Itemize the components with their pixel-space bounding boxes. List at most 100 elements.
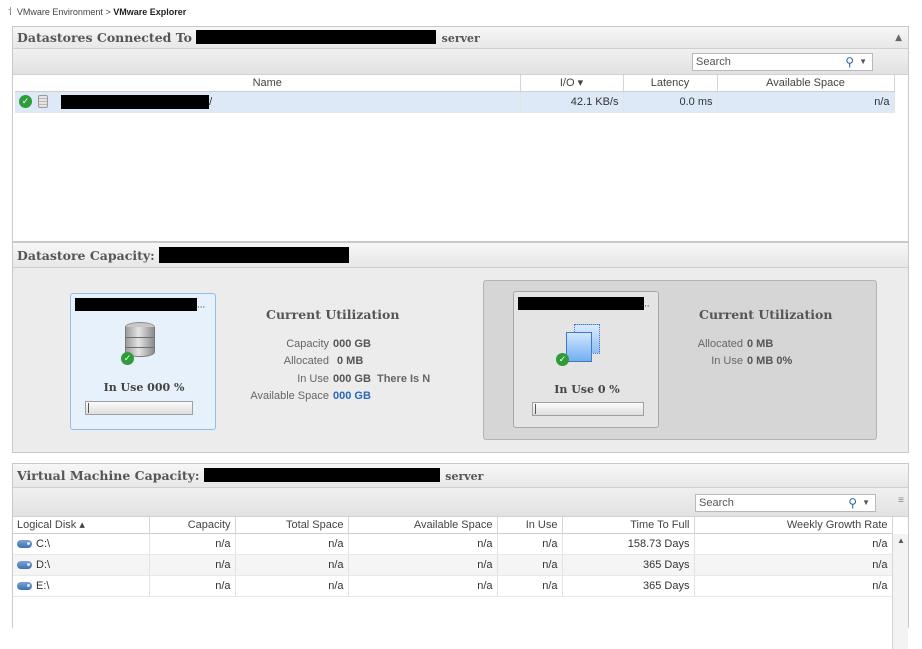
time-to-full-cell: 365 Days bbox=[562, 554, 695, 576]
allocated-label: Allocated bbox=[283, 355, 329, 367]
col-header-in-use[interactable]: In Use bbox=[497, 517, 563, 534]
in-use-cell: n/a bbox=[497, 533, 563, 555]
time-to-full-cell: 158.73 Days bbox=[562, 533, 695, 555]
vertical-scrollbar[interactable]: ▲ bbox=[892, 534, 908, 649]
in-use-row: In Use 000 GB There Is N bbox=[249, 373, 430, 385]
total-space-cell: n/a bbox=[235, 554, 349, 576]
datastore-card-title: ... bbox=[75, 298, 205, 311]
capacity-title-text: Datastore Capacity: bbox=[17, 248, 155, 263]
collapse-up-icon[interactable]: ▲ bbox=[895, 27, 902, 49]
in-use-field-label: In Use bbox=[297, 373, 329, 385]
col-header-name[interactable]: Name bbox=[15, 75, 521, 92]
datastore-icon bbox=[38, 95, 48, 108]
allocated-row: Allocated 0 MB bbox=[693, 338, 774, 350]
col-header-total-space[interactable]: Total Space bbox=[235, 517, 349, 534]
weekly-growth-rate-cell: n/a bbox=[694, 554, 893, 576]
check-ok-icon: ✓ bbox=[19, 95, 32, 108]
vm-title-suffix: server bbox=[445, 470, 484, 483]
available-space-label: Available Space bbox=[250, 390, 329, 402]
column-chooser-icon[interactable]: ≡ bbox=[898, 495, 904, 506]
allocated-value: 0 MB bbox=[747, 338, 774, 350]
available-space-cell: n/a bbox=[348, 575, 498, 597]
dropdown-arrow-icon[interactable]: ▼ bbox=[862, 495, 870, 511]
total-space-cell: n/a bbox=[235, 533, 349, 555]
disk-drive-icon bbox=[17, 539, 32, 548]
in-use-value: 0 MB 0% bbox=[747, 355, 793, 367]
in-use-cell: n/a bbox=[497, 554, 563, 576]
col-header-available-space[interactable]: Available Space bbox=[348, 517, 498, 534]
datastores-title-suffix: server bbox=[441, 32, 480, 45]
datastore-capacity-panel: Datastore Capacity: ... ✓ In Use 000 % C… bbox=[12, 242, 909, 453]
total-space-cell: n/a bbox=[235, 575, 349, 597]
col-header-io[interactable]: I/O ▾ bbox=[520, 75, 624, 92]
allocated-label: Allocated bbox=[697, 338, 743, 350]
in-use-progress-bar bbox=[85, 401, 193, 415]
capacity-value: 000 GB bbox=[333, 338, 371, 350]
vm-toolbar: Search ⚲ ▼ ≡ bbox=[13, 488, 908, 517]
redacted-server-name bbox=[196, 30, 437, 44]
col-header-latency[interactable]: Latency bbox=[623, 75, 718, 92]
col-header-weekly-growth-rate[interactable]: Weekly Growth Rate bbox=[694, 517, 893, 534]
col-header-logical-disk[interactable]: Logical Disk ▴ bbox=[13, 517, 150, 534]
dropdown-arrow-icon[interactable]: ▼ bbox=[859, 54, 867, 70]
datastores-toolbar: Search ⚲ ▼ bbox=[13, 49, 908, 75]
in-use-value: 000 GB bbox=[333, 373, 371, 385]
allocated-value: 0 MB bbox=[337, 355, 364, 367]
redacted-datastore-name bbox=[61, 94, 210, 109]
vm-title-text: Virtual Machine Capacity: bbox=[17, 468, 200, 483]
search-icon[interactable]: ⚲ bbox=[845, 54, 854, 70]
table-row[interactable]: E:\ n/a n/a n/a n/a 365 Days n/a bbox=[13, 575, 893, 597]
vm-search-input[interactable]: Search ⚲ ▼ bbox=[695, 494, 876, 512]
redacted-card-title bbox=[75, 298, 197, 311]
datastores-header-row: Name I/O ▾ Latency Available Space bbox=[15, 75, 895, 92]
breadcrumb-parent[interactable]: VMware Environment bbox=[17, 7, 103, 17]
datastores-title-text: Datastores Connected To bbox=[17, 30, 192, 45]
check-ok-icon: ✓ bbox=[556, 353, 569, 366]
datastore-card[interactable]: ... ✓ In Use 000 % bbox=[70, 293, 216, 430]
in-use-progress-bar bbox=[532, 402, 644, 416]
current-utilization-title: Current Utilization bbox=[699, 307, 833, 322]
search-icon[interactable]: ⚲ bbox=[848, 495, 857, 511]
vm-table-wrapper: Logical Disk ▴ Capacity Total Space Avai… bbox=[13, 517, 908, 649]
col-header-capacity[interactable]: Capacity bbox=[149, 517, 236, 534]
logical-disk-cell: C:\ bbox=[13, 533, 150, 555]
vm-storage-card[interactable]: .. ✓ In Use 0 % bbox=[513, 291, 659, 428]
available-space-value: 000 GB bbox=[333, 390, 371, 402]
in-use-label: In Use 0 % bbox=[554, 383, 620, 396]
datastore-name-cell[interactable]: ✓ / bbox=[15, 91, 521, 113]
in-use-extra: There Is N bbox=[376, 373, 431, 385]
available-space-cell: n/a bbox=[717, 91, 895, 113]
datastores-search-input[interactable]: Search ⚲ ▼ bbox=[692, 53, 873, 71]
scroll-up-icon[interactable]: ▲ bbox=[897, 536, 905, 545]
capacity-cell: n/a bbox=[149, 575, 236, 597]
in-use-row: In Use 0 MB 0% bbox=[693, 355, 792, 367]
card-title-ellipsis: ... bbox=[197, 299, 206, 311]
col-header-time-to-full[interactable]: Time To Full bbox=[562, 517, 695, 534]
available-space-cell: n/a bbox=[348, 554, 498, 576]
vm-panel-title: Virtual Machine Capacity: server bbox=[13, 464, 908, 488]
col-header-available-space[interactable]: Available Space bbox=[717, 75, 895, 92]
breadcrumb-current: VMware Explorer bbox=[113, 7, 187, 17]
vm-disks-table: Logical Disk ▴ Capacity Total Space Avai… bbox=[13, 517, 893, 597]
capacity-label: Capacity bbox=[286, 338, 329, 350]
capacity-cell: n/a bbox=[149, 533, 236, 555]
capacity-row: Capacity 000 GB bbox=[249, 338, 371, 350]
datastore-name-suffix: / bbox=[209, 95, 213, 108]
table-row[interactable]: C:\ n/a n/a n/a n/a 158.73 Days n/a bbox=[13, 533, 893, 555]
capacity-cell: n/a bbox=[149, 554, 236, 576]
time-to-full-cell: 365 Days bbox=[562, 575, 695, 597]
breadcrumb-separator: > bbox=[105, 7, 111, 17]
database-icon: ✓ bbox=[121, 322, 161, 366]
in-use-label: In Use 000 % bbox=[103, 381, 185, 394]
virtual-disk-icon: ✓ bbox=[556, 324, 606, 370]
allocated-row: Allocated 0 MB bbox=[249, 355, 364, 367]
redacted-card-title bbox=[518, 297, 644, 310]
search-placeholder: Search bbox=[696, 56, 731, 68]
table-row[interactable]: ✓ / 42.1 KB/s 0.0 ms n/a bbox=[15, 91, 895, 113]
available-space-cell: n/a bbox=[348, 533, 498, 555]
table-row[interactable]: D:\ n/a n/a n/a n/a 365 Days n/a bbox=[13, 554, 893, 576]
vm-capacity-panel: Virtual Machine Capacity: server Search … bbox=[12, 463, 909, 649]
in-use-cell: n/a bbox=[497, 575, 563, 597]
current-utilization-title: Current Utilization bbox=[266, 307, 400, 322]
weekly-growth-rate-cell: n/a bbox=[694, 533, 893, 555]
